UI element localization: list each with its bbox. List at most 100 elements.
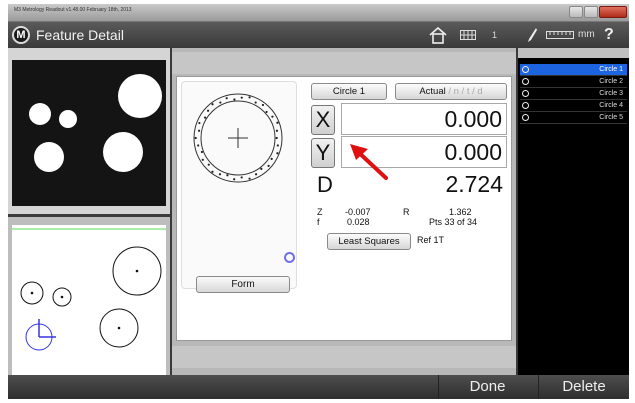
diameter-value: 2.724	[445, 171, 503, 197]
f-label: f	[317, 217, 320, 227]
fit-point	[225, 97, 228, 100]
feature-list-item[interactable]: Circle 5	[520, 112, 627, 124]
fit-point	[198, 121, 201, 125]
done-button[interactable]: Done	[438, 375, 536, 399]
status-circle-icon	[284, 252, 295, 263]
fit-point	[194, 136, 197, 140]
fit-point	[270, 157, 273, 160]
form-button[interactable]: Form	[196, 276, 290, 293]
fit-point	[248, 96, 251, 99]
units-label[interactable]: mm	[578, 29, 595, 40]
mode-options: / n / t / d	[448, 86, 483, 97]
fit-point	[197, 129, 201, 132]
fit-point	[261, 103, 265, 107]
panel-footer	[172, 346, 516, 368]
circle-feature-icon	[522, 90, 529, 97]
probe-icon[interactable]	[526, 27, 538, 43]
close-window-button[interactable]	[599, 6, 627, 18]
feature-list-item-label: Circle 4	[599, 102, 623, 109]
feature-list-item[interactable]: Circle 4	[520, 100, 627, 112]
help-icon[interactable]: ?	[604, 26, 614, 44]
delete-button[interactable]: Delete	[538, 375, 629, 399]
fit-point	[197, 144, 200, 147]
fit-point	[254, 173, 258, 176]
fit-point	[271, 115, 274, 118]
feature-view-panel	[8, 217, 170, 375]
home-icon[interactable]	[428, 26, 448, 44]
feature-preview: Form	[181, 81, 297, 293]
bottom-toolbar: Done Delete	[8, 375, 629, 399]
feature-list-item-label: Circle 3	[599, 90, 623, 97]
fit-point	[226, 174, 229, 177]
fit-point	[240, 96, 243, 99]
feature-name-button[interactable]: Circle 1	[311, 83, 387, 100]
mode-label: Actual	[419, 86, 446, 97]
fit-point	[254, 101, 257, 104]
ruler-icon[interactable]	[546, 31, 574, 39]
feature-card: Form Circle 1 Actual / n / t / d X 0.000…	[176, 76, 512, 341]
feature-list-item[interactable]: Circle 1	[520, 64, 627, 76]
fit-point	[275, 129, 279, 132]
fit-point	[219, 101, 222, 104]
fit-point	[200, 150, 204, 154]
fit-point	[207, 163, 210, 166]
fit-point	[275, 136, 278, 140]
camera-panel	[8, 48, 170, 214]
circle-feature-icon	[522, 102, 529, 109]
y-axis-button[interactable]: Y	[311, 138, 335, 168]
camera-image[interactable]	[12, 60, 166, 206]
feature-list-item-label: Circle 1	[599, 66, 623, 73]
feature-map[interactable]	[12, 225, 166, 375]
window-title: M3 Metrology Readout v1.48.00 February 1…	[14, 7, 132, 13]
app-logo[interactable]: M	[12, 26, 30, 44]
feature-list-item-label: Circle 5	[599, 114, 623, 121]
minimize-button[interactable]	[569, 6, 583, 18]
least-squares-button[interactable]: Least Squares	[327, 233, 411, 250]
fit-point	[248, 177, 251, 180]
fit-point	[276, 144, 279, 147]
r-label: R	[403, 207, 410, 217]
circle-feature-icon	[522, 78, 529, 85]
points-count: Pts 33 of 34	[429, 217, 478, 227]
z-label: Z	[317, 207, 323, 217]
window-titlebar: M3 Metrology Readout v1.48.00 February 1…	[8, 4, 629, 22]
app-window: M3 Metrology Readout v1.48.00 February 1…	[8, 4, 629, 399]
fit-point	[240, 176, 243, 179]
reference-label: Ref 1T	[417, 235, 445, 245]
feature-list-item-label: Circle 2	[599, 78, 623, 85]
feature-list: Circle 1 Circle 2 Circle 3 Circle 4 Circle 5	[518, 48, 629, 375]
circle-fit-preview	[193, 93, 283, 183]
fit-point	[233, 98, 236, 101]
x-value-field[interactable]: 0.000	[341, 103, 507, 135]
diameter-label: D	[317, 172, 333, 197]
fit-point	[201, 158, 204, 161]
grid-icon[interactable]	[460, 30, 476, 40]
app-header: M Feature Detail 1 mm ?	[8, 22, 629, 48]
fit-point	[260, 167, 263, 170]
fit-point	[276, 121, 279, 124]
mode-selector-button[interactable]: Actual / n / t / d	[395, 83, 507, 100]
panel-header	[172, 52, 516, 74]
x-axis-button[interactable]: X	[311, 105, 335, 135]
feature-detail-panel: Form Circle 1 Actual / n / t / d X 0.000…	[172, 48, 516, 375]
fit-point	[233, 178, 236, 181]
fit-point	[218, 173, 222, 176]
page-title: Feature Detail	[36, 27, 124, 43]
fit-point	[211, 170, 214, 173]
fit-point	[265, 110, 268, 114]
feature-list-item[interactable]: Circle 3	[520, 88, 627, 100]
feature-list-item[interactable]: Circle 2	[520, 76, 627, 88]
annotation-arrow-icon	[350, 144, 388, 180]
circle-feature-icon	[522, 114, 529, 121]
page-number: 1	[492, 30, 498, 40]
fit-point	[267, 164, 270, 167]
feature-list-header	[518, 48, 629, 58]
fit-point	[203, 116, 207, 119]
fit-point	[206, 109, 210, 112]
r-value: 1.362	[449, 207, 472, 217]
z-value: -0.007	[345, 207, 371, 217]
fit-point	[276, 152, 279, 155]
circle-feature-icon	[522, 66, 529, 73]
fit-point	[211, 103, 214, 106]
maximize-button[interactable]	[584, 6, 598, 18]
